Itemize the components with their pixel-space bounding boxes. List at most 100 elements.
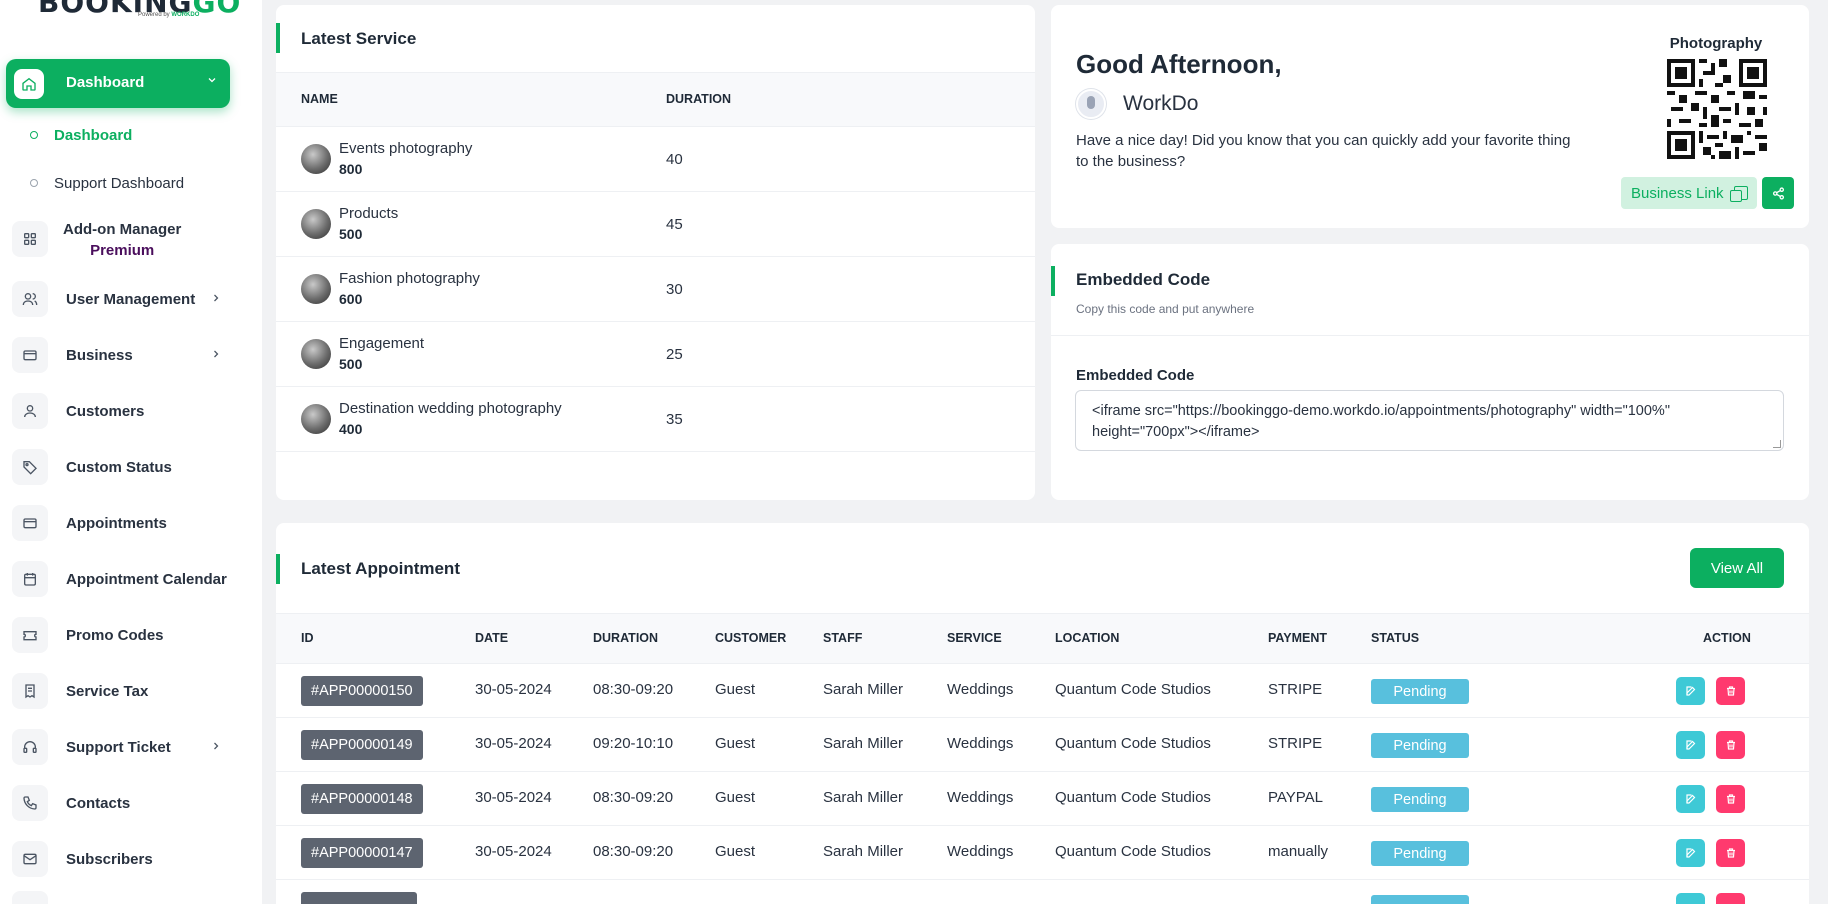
sidebar-item-user-management[interactable]: User Management <box>12 279 242 319</box>
delete-button[interactable] <box>1716 839 1745 867</box>
bullet-icon <box>30 131 38 139</box>
qr-code-icon <box>1667 59 1767 159</box>
nav-dashboard-label: Dashboard <box>66 74 145 91</box>
edit-button[interactable] <box>1676 677 1705 705</box>
business-link-button[interactable]: Business Link <box>1621 177 1757 209</box>
trash-icon <box>1726 686 1735 696</box>
greeting-title: Good Afternoon, <box>1076 49 1282 79</box>
view-all-button[interactable]: View All <box>1690 548 1784 588</box>
sidebar-item-label: Promo Codes <box>66 626 164 644</box>
table-row[interactable]: #APP00000147 30-05-2024 08:30-09:20 Gues… <box>276 826 1809 880</box>
table-row[interactable]: #APP00000148 30-05-2024 08:30-09:20 Gues… <box>276 772 1809 826</box>
accent-bar <box>276 554 280 584</box>
share-button[interactable] <box>1762 177 1794 209</box>
sidebar-subitem-label: Dashboard <box>54 126 133 144</box>
edit-button[interactable] <box>1676 731 1705 759</box>
appointment-payment: PAYPAL <box>1268 789 1324 806</box>
sidebar-item-customers[interactable]: Customers <box>12 391 242 431</box>
status-badge: Pending <box>1371 733 1469 758</box>
trash-icon <box>1726 848 1735 858</box>
column-header-status: STATUS <box>1371 631 1420 645</box>
column-header-date: DATE <box>475 631 509 645</box>
sidebar-item-promo-codes[interactable]: Promo Codes <box>12 615 242 655</box>
mail-icon <box>12 841 48 877</box>
wallet-icon <box>12 337 48 373</box>
addon-manager-label: Add-on Manager Premium <box>63 221 182 259</box>
table-row[interactable]: Products 500 45 <box>276 192 1035 257</box>
embedded-code-title: Embedded Code <box>1076 270 1211 289</box>
edit-button[interactable] <box>1676 785 1705 813</box>
qr-title: Photography <box>1669 35 1763 52</box>
business-link-label: Business Link <box>1631 184 1724 202</box>
sidebar-item-label: Appointment Calendar <box>66 570 227 588</box>
appointment-date: 30-05-2024 <box>475 789 552 806</box>
avatar <box>1076 89 1106 119</box>
appointment-service: Weddings <box>947 735 1014 752</box>
appointment-location: Quantum Code Studios <box>1055 681 1211 698</box>
sidebar-item-service-tax[interactable]: Service Tax <box>12 671 242 711</box>
appointment-date: 30-05-2024 <box>475 843 552 860</box>
appointment-customer: Guest <box>715 843 756 860</box>
delete-button[interactable] <box>1716 677 1745 705</box>
table-row[interactable]: #APP00000150 30-05-2024 08:30-09:20 Gues… <box>276 664 1809 718</box>
calendar-icon <box>12 561 48 597</box>
sidebar-item-custom-status[interactable]: Custom Status <box>12 447 242 487</box>
status-badge: Pending <box>1371 841 1469 866</box>
service-price: 500 <box>339 226 363 242</box>
sidebar-item-support-ticket[interactable]: Support Ticket <box>12 727 242 767</box>
appointment-date: 30-05-2024 <box>475 735 552 752</box>
sidebar-item-business[interactable]: Business <box>12 335 242 375</box>
sidebar-item-label: Service Tax <box>66 682 149 700</box>
sidebar: BOOKINGGO Powered by WORKDO Dashboard Da… <box>0 0 262 904</box>
column-header-action: ACTION <box>1703 631 1751 645</box>
service-duration: 30 <box>666 281 683 298</box>
delete-button[interactable] <box>1716 785 1745 813</box>
accent-bar <box>276 23 280 53</box>
headset-icon <box>12 729 48 765</box>
sidebar-subitem-dashboard[interactable]: Dashboard <box>30 123 132 147</box>
bullet-icon <box>30 179 38 187</box>
chevron-right-icon <box>210 740 222 755</box>
appointment-staff: Sarah Miller <box>823 681 904 698</box>
appointment-duration: 08:30-09:20 <box>593 789 674 806</box>
appointment-service: Weddings <box>947 789 1014 806</box>
appointment-id-badge[interactable]: #APP00000150 <box>301 676 423 706</box>
appointment-customer: Guest <box>715 681 756 698</box>
service-name: Events photography <box>339 140 473 157</box>
appointment-customer: Guest <box>715 789 756 806</box>
edit-button <box>1676 893 1705 904</box>
table-row[interactable]: Events photography 800 40 <box>276 127 1035 192</box>
sidebar-subitem-support-dashboard[interactable]: Support Dashboard <box>30 171 184 195</box>
service-avatar <box>301 339 331 369</box>
edit-button[interactable] <box>1676 839 1705 867</box>
user-name: WorkDo <box>1123 92 1199 115</box>
table-row[interactable]: Engagement 500 25 <box>276 322 1035 387</box>
table-row[interactable]: Fashion photography 600 30 <box>276 257 1035 322</box>
resize-handle-icon[interactable] <box>1773 440 1781 448</box>
edit-icon <box>1685 794 1695 804</box>
embedded-code-textarea[interactable]: <iframe src="https://bookinggo-demo.work… <box>1075 390 1784 451</box>
delete-button[interactable] <box>1716 731 1745 759</box>
table-row[interactable]: Destination wedding photography 400 35 <box>276 387 1035 452</box>
edit-icon <box>1685 686 1695 696</box>
menu-icon <box>12 891 48 904</box>
appointment-id-badge[interactable]: #APP00000149 <box>301 730 423 760</box>
sidebar-item-appointments[interactable]: Appointments <box>12 503 242 543</box>
ticket-icon <box>12 617 48 653</box>
brand-logo[interactable]: BOOKINGGO Powered by WORKDO <box>38 0 241 20</box>
edit-icon <box>1685 740 1695 750</box>
appointment-id-badge[interactable]: #APP00000148 <box>301 784 423 814</box>
sidebar-subitem-label: Support Dashboard <box>54 174 185 192</box>
service-duration: 35 <box>666 411 683 428</box>
latest-service-title: Latest Service <box>301 29 417 48</box>
sidebar-item-label: Subscribers <box>66 850 153 868</box>
appointment-duration: 08:30-09:20 <box>593 843 674 860</box>
sidebar-item-contacts[interactable]: Contacts <box>12 783 242 823</box>
nav-dashboard[interactable]: Dashboard <box>6 59 230 108</box>
table-row[interactable]: #APP00000149 30-05-2024 09:20-10:10 Gues… <box>276 718 1809 772</box>
logo-accent: GO <box>192 0 242 19</box>
sidebar-item-appointment-calendar[interactable]: Appointment Calendar <box>12 559 242 599</box>
sidebar-item-subscribers[interactable]: Subscribers <box>12 839 242 879</box>
trash-icon <box>1726 740 1735 750</box>
appointment-id-badge[interactable]: #APP00000147 <box>301 838 423 868</box>
